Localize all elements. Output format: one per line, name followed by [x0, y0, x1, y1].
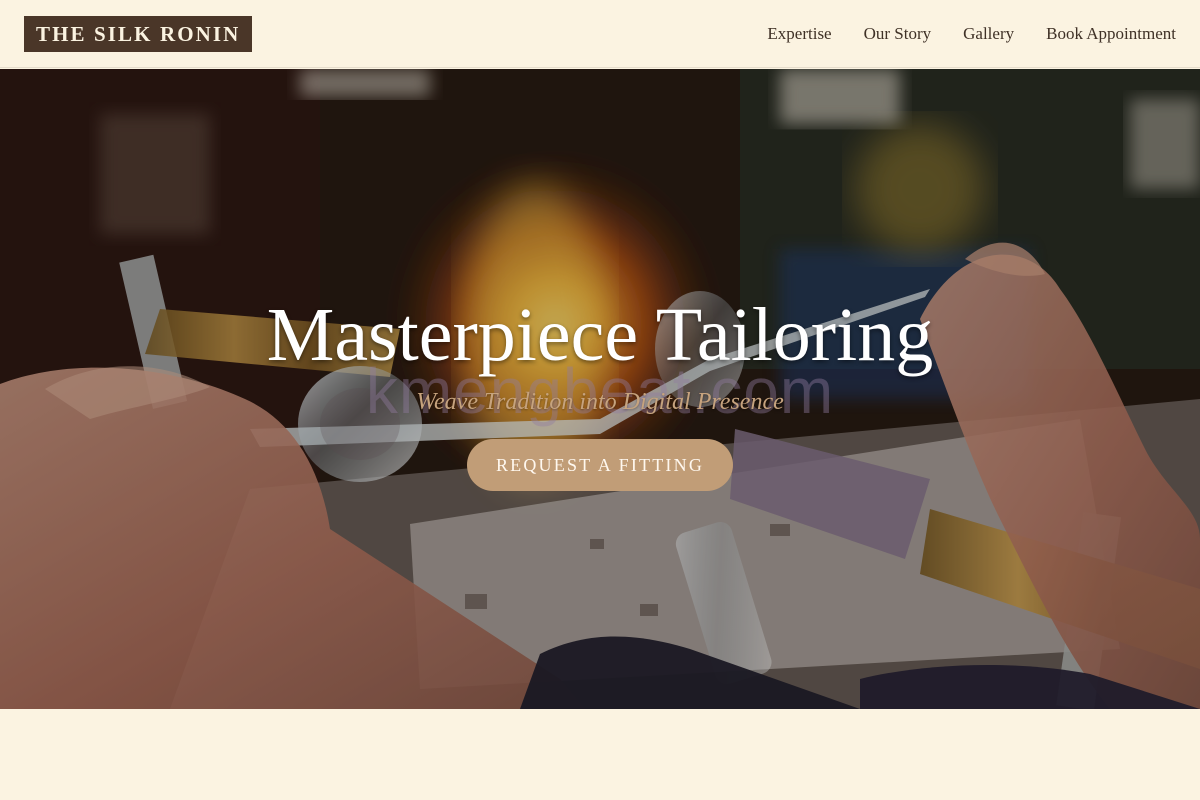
- site-header: THE SILK RONIN Expertise Our Story Galle…: [0, 0, 1200, 68]
- request-fitting-button[interactable]: REQUEST A FITTING: [467, 439, 733, 491]
- main-navigation: Expertise Our Story Gallery Book Appoint…: [767, 0, 1176, 68]
- nav-link-book-appointment[interactable]: Book Appointment: [1046, 24, 1176, 44]
- hero-subtitle: Weave Tradition into Digital Presence: [416, 389, 784, 415]
- hero-title: Masterpiece Tailoring: [266, 293, 934, 377]
- page-bottom-space: [0, 709, 1200, 800]
- hero-content: Masterpiece Tailoring kmengbeat.com Weav…: [0, 69, 1200, 709]
- nav-link-expertise[interactable]: Expertise: [767, 24, 831, 44]
- hero-section: Masterpiece Tailoring kmengbeat.com Weav…: [0, 69, 1200, 709]
- nav-link-gallery[interactable]: Gallery: [963, 24, 1014, 44]
- brand-logo[interactable]: THE SILK RONIN: [24, 16, 253, 52]
- nav-link-our-story[interactable]: Our Story: [864, 24, 932, 44]
